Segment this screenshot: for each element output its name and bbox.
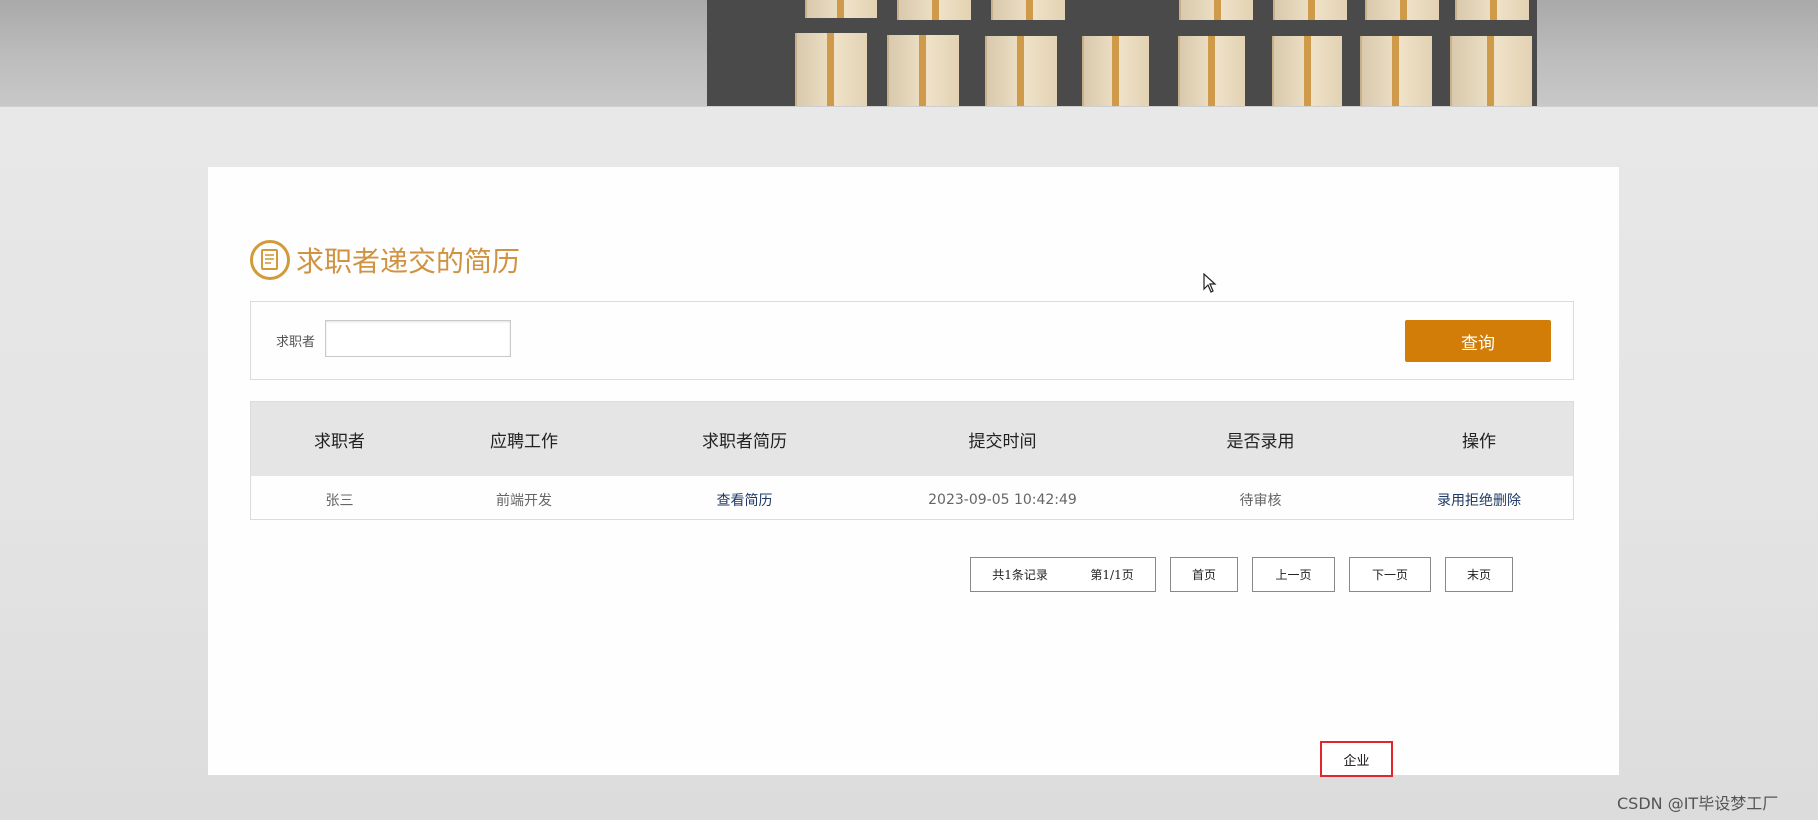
delete-link[interactable]: 删除 bbox=[1493, 493, 1521, 509]
search-button[interactable]: 查询 bbox=[1405, 320, 1551, 362]
cell-actions: 录用拒绝删除 bbox=[1385, 476, 1573, 523]
reject-link[interactable]: 拒绝 bbox=[1465, 493, 1493, 509]
hire-link[interactable]: 录用 bbox=[1437, 493, 1465, 509]
page-title: 求职者递交的简历 bbox=[296, 245, 521, 278]
last-page-button[interactable]: 末页 bbox=[1445, 557, 1513, 592]
cell-applicant: 张三 bbox=[325, 492, 354, 509]
column-header-job: 应聘工作 bbox=[428, 402, 620, 476]
mouse-cursor-icon bbox=[1203, 273, 1217, 293]
pagination-page: 第1/1页 bbox=[1090, 568, 1134, 582]
cell-resume: 查看简历 bbox=[620, 476, 869, 523]
column-header-actions: 操作 bbox=[1385, 402, 1573, 476]
cell-status: 待审核 bbox=[1239, 492, 1282, 509]
first-page-button[interactable]: 首页 bbox=[1170, 557, 1238, 592]
column-header-applicant: 求职者 bbox=[251, 402, 428, 476]
table-row: 张三 前端开发 查看简历 2023-09-05 10:42:49 待审核 录用拒… bbox=[251, 476, 1573, 523]
cell-job: 前端开发 bbox=[496, 492, 552, 509]
resume-table: 求职者 应聘工作 求职者简历 提交时间 是否录用 操作 张三 前端开发 查看简历… bbox=[250, 401, 1574, 520]
header-banner bbox=[0, 0, 1818, 107]
page-heading: 求职者递交的简历 bbox=[250, 240, 520, 280]
view-resume-link[interactable]: 查看简历 bbox=[717, 493, 773, 509]
search-form: 求职者 查询 bbox=[250, 301, 1574, 380]
prev-page-button[interactable]: 上一页 bbox=[1252, 557, 1335, 592]
pagination-info: 共1条记录 第1/1页 bbox=[970, 557, 1156, 592]
applicant-search-input[interactable] bbox=[325, 320, 511, 357]
role-tag: 企业 bbox=[1320, 741, 1393, 777]
main-panel: 求职者递交的简历 求职者 查询 求职者 应聘工作 求职者简历 提交时间 是否录用… bbox=[208, 167, 1619, 775]
cell-submit-time: 2023-09-05 10:42:49 bbox=[928, 491, 1077, 508]
next-page-button[interactable]: 下一页 bbox=[1349, 557, 1431, 592]
search-label: 求职者 bbox=[276, 335, 316, 350]
column-header-status: 是否录用 bbox=[1136, 402, 1385, 476]
document-icon bbox=[250, 240, 290, 280]
pagination-total: 共1条记录 bbox=[992, 568, 1048, 582]
column-header-resume: 求职者简历 bbox=[620, 402, 869, 476]
column-header-submit-time: 提交时间 bbox=[869, 402, 1136, 476]
watermark: CSDN @IT毕设梦工厂 bbox=[1617, 794, 1779, 813]
table-header-row: 求职者 应聘工作 求职者简历 提交时间 是否录用 操作 bbox=[251, 402, 1573, 476]
